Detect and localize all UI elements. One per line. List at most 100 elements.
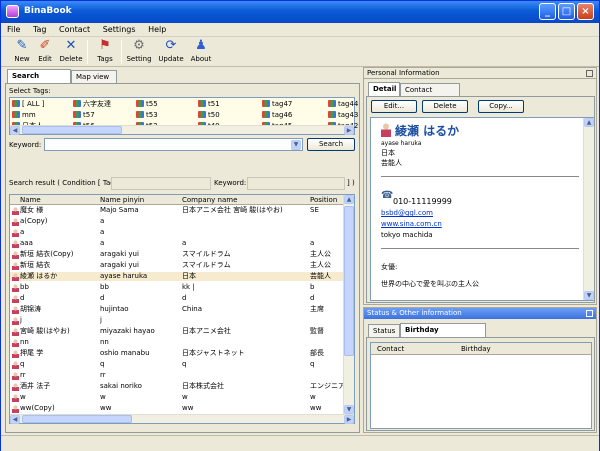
card-vscrollbar[interactable]: ▲ ▼: [583, 118, 594, 300]
tag-icon: [198, 111, 206, 118]
tag-item[interactable]: t53: [136, 111, 158, 119]
edit-button[interactable]: ✐ Edit: [31, 37, 59, 67]
table-row[interactable]: dddd: [10, 294, 343, 303]
tag-icon: [73, 100, 81, 107]
search-button[interactable]: Search: [307, 138, 355, 151]
scroll-thumb[interactable]: [22, 126, 122, 134]
tag-item[interactable]: tag44: [328, 100, 358, 108]
table-row[interactable]: nn nn: [10, 338, 343, 347]
table-row[interactable]: 綾瀬 はるか ayase haruka 日本 芸能人: [10, 272, 343, 281]
birthday-list: Contact Birthday: [370, 342, 592, 429]
contact-pinyin: ayase haruka: [381, 140, 422, 147]
tag-item[interactable]: tag46: [262, 111, 292, 119]
column-company[interactable]: Company name: [182, 195, 237, 205]
table-cell: oshio manabu: [100, 349, 150, 357]
table-row[interactable]: jj: [10, 316, 343, 325]
table-cell: ww: [100, 404, 112, 412]
scroll-down-icon[interactable]: ▼: [584, 291, 594, 300]
contact-url-link[interactable]: www.sina.com.cn: [381, 220, 442, 229]
scroll-up-icon[interactable]: ▲: [344, 195, 354, 204]
maximize-button[interactable]: □: [558, 3, 575, 20]
scroll-left-icon[interactable]: ◀: [10, 415, 20, 424]
tags-button[interactable]: ⚑ Tags: [91, 37, 119, 67]
close-button[interactable]: ×: [577, 3, 594, 20]
scroll-down-icon[interactable]: ▼: [344, 405, 354, 414]
tab-map-view[interactable]: Map view: [71, 70, 117, 83]
menu-settings[interactable]: Settings: [103, 23, 136, 37]
table-row[interactable]: bb bb kk | b: [10, 283, 343, 292]
table-cell: q: [20, 360, 25, 368]
table-cell: j: [100, 316, 102, 324]
result-keyword-field: [247, 177, 345, 190]
tags-icon: ⚑: [99, 38, 111, 53]
contact-photo-icon: [12, 306, 19, 314]
tag-item[interactable]: [ ALL ]: [12, 100, 45, 108]
scroll-right-icon[interactable]: ▶: [344, 126, 354, 135]
tag-item[interactable]: tag43: [328, 111, 358, 119]
update-button[interactable]: ⟳ Update: [157, 37, 185, 67]
tag-item[interactable]: tag47: [262, 100, 292, 108]
tab-birthday-remainder[interactable]: Birthday remainder: [400, 323, 486, 346]
keyword-combobox[interactable]: ▼: [44, 138, 303, 151]
title-bar[interactable]: BinaBook _ □ ×: [1, 1, 599, 23]
column-name-pinyin[interactable]: Name pinyin: [100, 195, 144, 205]
tag-item[interactable]: t55: [136, 100, 158, 108]
minimize-button[interactable]: _: [539, 3, 556, 20]
table-row[interactable]: 新垣 結衣 aragaki yui スマイルドラム 主人公: [10, 261, 343, 270]
table-cell: sakai noriko: [100, 382, 142, 390]
chevron-down-icon[interactable]: ▼: [291, 140, 301, 150]
tab-search-center[interactable]: Search center: [7, 69, 71, 92]
column-position[interactable]: Position: [310, 195, 337, 205]
table-row[interactable]: aa: [10, 228, 343, 237]
scroll-thumb[interactable]: [344, 206, 354, 356]
tag-item[interactable]: t51: [198, 100, 220, 108]
table-row[interactable]: ww(Copy) ww ww ww: [10, 404, 343, 413]
contact-email-link[interactable]: bsbd@ggl.com: [381, 209, 433, 218]
table-row[interactable]: 酒井 法子 sakai noriko 日本株式会社 エンジニア: [10, 382, 343, 391]
table-cell: a: [100, 228, 105, 236]
personal-info-panel: Personal Information Detail Contact hist…: [363, 67, 597, 305]
tags-hscrollbar[interactable]: ◀ ▶: [10, 125, 354, 135]
tab-status[interactable]: Status: [368, 324, 400, 337]
pin-icon[interactable]: [586, 70, 593, 77]
tag-item[interactable]: mm: [12, 111, 36, 119]
table-row[interactable]: 宮崎 駿(はやお) miyazaki hayao 日本アニメ会社 監督: [10, 327, 343, 336]
pin-icon[interactable]: [586, 310, 593, 317]
about-button[interactable]: ♟ About: [187, 37, 215, 67]
menu-help[interactable]: Help: [148, 23, 166, 37]
setting-button[interactable]: ⚙ Setting: [125, 37, 153, 67]
table-row[interactable]: 押尾 学 oshio manabu 日本ジャストネット 部長: [10, 349, 343, 358]
menu-file[interactable]: File: [7, 23, 20, 37]
menu-contact[interactable]: Contact: [59, 23, 90, 37]
scroll-up-icon[interactable]: ▲: [584, 118, 594, 127]
edit-contact-button[interactable]: Edit...: [371, 100, 417, 113]
table-row[interactable]: 新垣 結衣(Copy) aragaki yui スマイルドラム 主人公: [10, 250, 343, 259]
table-row[interactable]: aaa a a a: [10, 239, 343, 248]
scroll-thumb[interactable]: [22, 415, 132, 423]
tag-item[interactable]: 六字友達: [73, 100, 111, 108]
tab-contact-history[interactable]: Contact history: [400, 83, 460, 106]
tag-item[interactable]: t57: [73, 111, 95, 119]
scroll-left-icon[interactable]: ◀: [10, 126, 20, 135]
delete-button[interactable]: ✕ Delete: [57, 37, 85, 67]
table-cell: b: [310, 283, 315, 291]
column-name[interactable]: Name: [20, 195, 41, 205]
results-list: Name Name pinyin Company name Position 魔…: [9, 194, 355, 424]
menu-tag[interactable]: Tag: [33, 23, 47, 37]
column-birthday[interactable]: Birthday: [461, 343, 491, 355]
table-row[interactable]: 魔女 様 Majo Sama 日本アニメ会社 宮崎 駿(はやお) SE: [10, 206, 343, 215]
table-row[interactable]: qqqq: [10, 360, 343, 369]
delete-contact-button[interactable]: Delete: [422, 100, 468, 113]
tab-detail[interactable]: Detail: [368, 82, 400, 96]
table-row[interactable]: a(Copy) a: [10, 217, 343, 226]
scroll-right-icon[interactable]: ▶: [344, 415, 354, 424]
results-vscrollbar[interactable]: ▲ ▼: [343, 195, 354, 414]
table-row[interactable]: rr rr: [10, 371, 343, 380]
tag-item[interactable]: t50: [198, 111, 220, 119]
table-row[interactable]: 胡锦涛 hujintao China 主席: [10, 305, 343, 314]
copy-contact-button[interactable]: Copy...: [478, 100, 524, 113]
column-contact[interactable]: Contact: [377, 343, 404, 355]
results-hscrollbar[interactable]: ◀ ▶: [10, 414, 354, 424]
contact-photo-icon: [12, 328, 19, 336]
table-row[interactable]: wwww: [10, 393, 343, 402]
